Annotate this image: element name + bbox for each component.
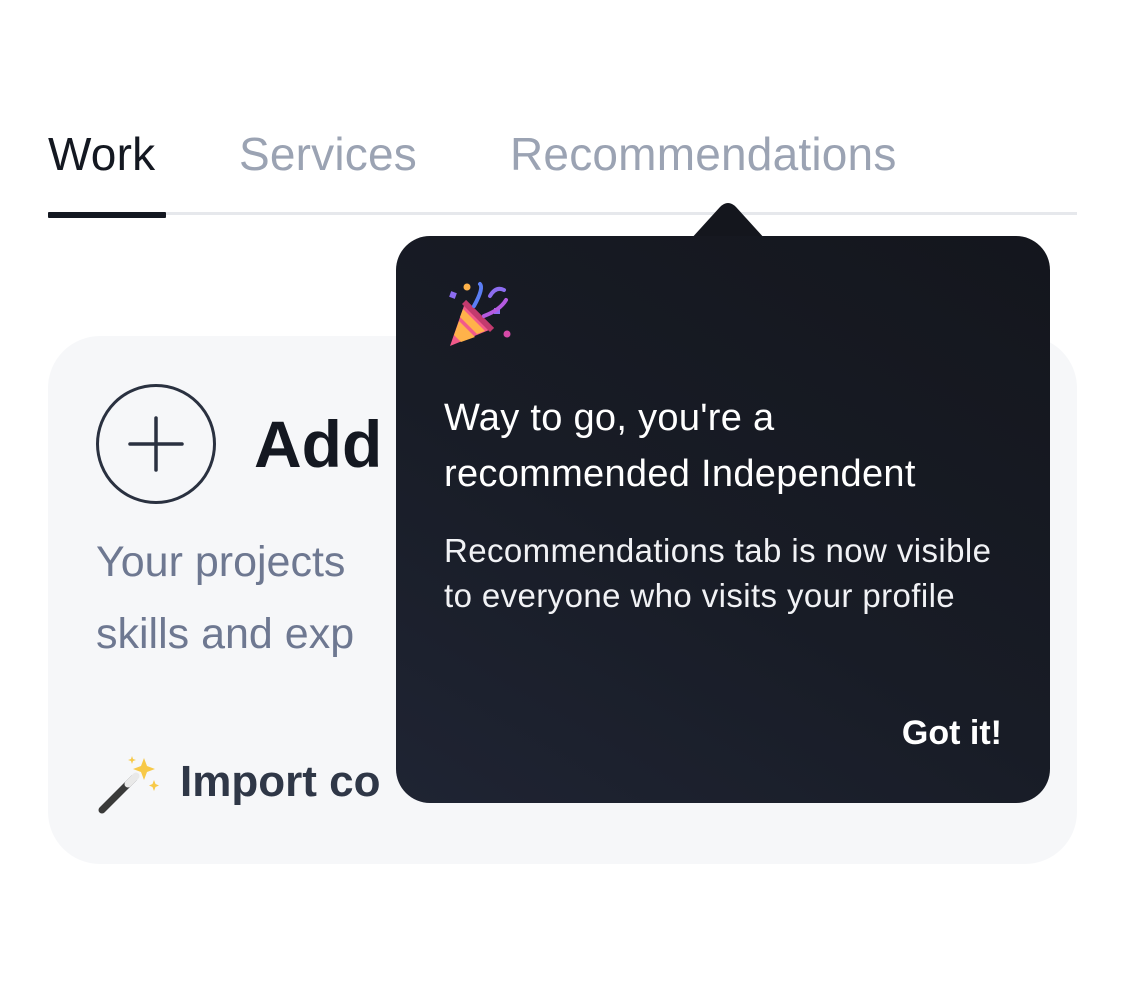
card-title[interactable]: Add <box>254 406 382 482</box>
tab-work[interactable]: Work <box>48 128 155 180</box>
recommendation-tooltip: Way to go, you're a recommended Independ… <box>396 236 1050 803</box>
tooltip-arrow <box>690 203 766 240</box>
party-popper-icon <box>444 280 514 350</box>
active-tab-indicator <box>48 212 166 218</box>
import-label: Import co <box>180 757 381 806</box>
tabs-divider <box>48 212 1077 215</box>
plus-circle-icon[interactable] <box>96 384 216 504</box>
tooltip-title: Way to go, you're a recommended Independ… <box>444 397 916 495</box>
magic-wand-icon <box>96 752 160 816</box>
got-it-button[interactable]: Got it! <box>902 712 1002 754</box>
profile-tabs: Work Services Recommendations <box>48 118 1077 218</box>
tab-recommendations[interactable]: Recommendations <box>510 128 897 180</box>
profile-page: Work Services Recommendations Add Your p… <box>0 0 1124 981</box>
tooltip-body: Recommendations tab is now visible to ev… <box>444 532 992 614</box>
tab-services[interactable]: Services <box>239 128 417 180</box>
